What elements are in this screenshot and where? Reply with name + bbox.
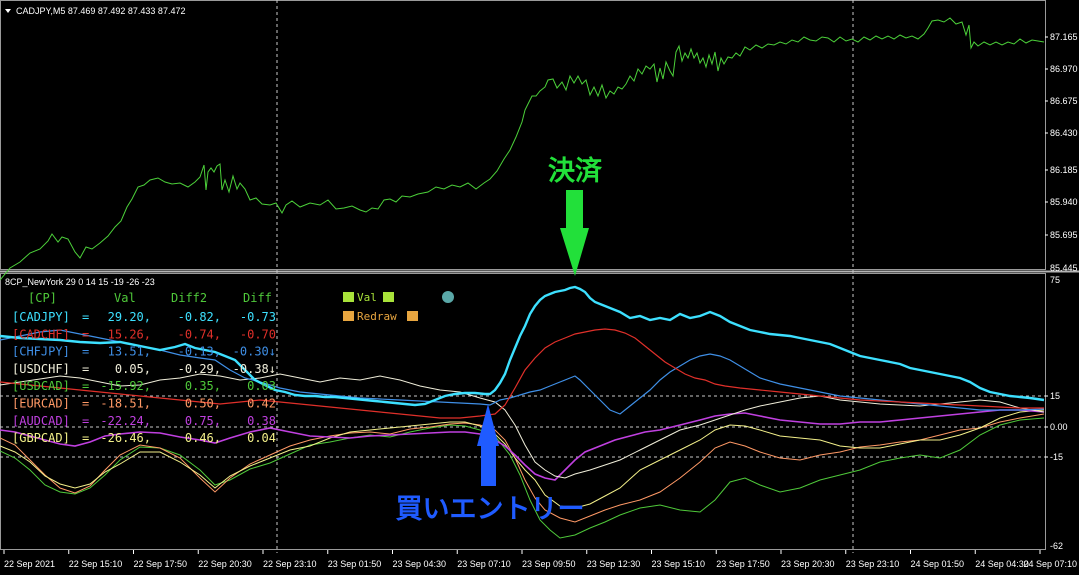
table-cell-diff2: -0.29, bbox=[178, 362, 221, 376]
table-cell-pair: [CHFJPY] bbox=[12, 345, 70, 359]
table-cell-val: 0.05, bbox=[115, 362, 151, 376]
table-cell-diff2: 0.35, bbox=[185, 379, 221, 393]
table-equals-sign: = bbox=[82, 362, 89, 376]
table-cell-pair: [CADCHF] bbox=[12, 327, 70, 341]
exit-arrow-shaft bbox=[566, 190, 583, 228]
table-cell-pair: [USDCAD] bbox=[12, 379, 70, 393]
indicator-tick-label: 15 bbox=[1050, 391, 1060, 401]
exit-label: 決済 bbox=[548, 155, 603, 187]
price-tick-label: 86.675 bbox=[1050, 96, 1078, 106]
table-cell-pair: [GBPCAD] bbox=[12, 431, 70, 445]
price-panel-header: CADJPY,M5 87.469 87.492 87.433 87.472 bbox=[16, 6, 185, 16]
table-cell-val: 13.51, bbox=[108, 345, 151, 359]
time-tick-label: 23 Sep 15:10 bbox=[652, 559, 706, 569]
redraw-swatch-2 bbox=[407, 311, 418, 321]
table-cell-val: 29.20, bbox=[108, 310, 151, 324]
val-legend-label: Val bbox=[357, 291, 377, 304]
table-cell-pair: [CADJPY] bbox=[12, 310, 70, 324]
indicator-tick-label: 0.00 bbox=[1050, 422, 1068, 432]
table-cell-diff: 0.04 bbox=[247, 431, 276, 445]
table-cell-diff2: -0.74, bbox=[178, 327, 221, 341]
table-equals-sign: = bbox=[82, 414, 89, 428]
table-cell-diff: -0.70 bbox=[240, 327, 276, 341]
table-cell-val: -15.92, bbox=[100, 379, 151, 393]
indicator-tick-label: -15 bbox=[1050, 452, 1063, 462]
column-header-cp: [CP] bbox=[28, 291, 57, 305]
table-cell-diff2: 0.50, bbox=[185, 397, 221, 411]
status-dot bbox=[442, 291, 454, 303]
time-tick-label: 23 Sep 07:10 bbox=[457, 559, 511, 569]
entry-label: 買いエントリー bbox=[396, 494, 585, 525]
table-cell-diff: -0.30↓ bbox=[233, 345, 276, 359]
indicator-tick-label: -62 bbox=[1050, 541, 1063, 551]
val-swatch-2 bbox=[383, 292, 394, 302]
table-cell-diff: -0.73 bbox=[240, 310, 276, 324]
price-tick-label: 87.165 bbox=[1050, 32, 1078, 42]
table-cell-diff2: 0.46, bbox=[185, 431, 221, 445]
table-cell-val: -18.51, bbox=[100, 397, 151, 411]
time-tick-label: 22 Sep 15:10 bbox=[69, 559, 123, 569]
time-tick-label: 23 Sep 01:50 bbox=[328, 559, 382, 569]
table-cell-pair: [EURCAD] bbox=[12, 397, 70, 411]
column-header-diff2: Diff2 bbox=[171, 291, 207, 305]
redraw-swatch bbox=[343, 311, 354, 321]
table-cell-diff2: -0.82, bbox=[178, 310, 221, 324]
table-cell-diff2: 0.75, bbox=[185, 414, 221, 428]
time-tick-label: 23 Sep 12:30 bbox=[587, 559, 641, 569]
table-equals-sign: = bbox=[82, 345, 89, 359]
table-cell-diff: -0.38↓ bbox=[233, 362, 276, 376]
time-tick-label: 23 Sep 23:10 bbox=[846, 559, 900, 569]
time-tick-label: 22 Sep 20:30 bbox=[198, 559, 252, 569]
table-equals-sign: = bbox=[82, 327, 89, 341]
time-tick-label: 23 Sep 04:30 bbox=[393, 559, 447, 569]
price-tick-label: 86.970 bbox=[1050, 64, 1078, 74]
column-header-val: Val bbox=[114, 291, 136, 305]
table-cell-diff: 0.42 bbox=[247, 397, 276, 411]
chart-background bbox=[0, 0, 1079, 575]
table-equals-sign: = bbox=[82, 379, 89, 393]
table-equals-sign: = bbox=[82, 310, 89, 324]
time-tick-label: 23 Sep 17:50 bbox=[716, 559, 770, 569]
indicator-panel-header: 8CP_NewYork 29 0 14 15 -19 -26 -23 bbox=[5, 277, 155, 287]
table-cell-val: 15.26, bbox=[108, 327, 151, 341]
entry-arrow-shaft bbox=[481, 446, 496, 486]
time-tick-label: 22 Sep 23:10 bbox=[263, 559, 317, 569]
table-cell-diff2: -0.13, bbox=[178, 345, 221, 359]
price-tick-label: 86.430 bbox=[1050, 128, 1078, 138]
table-cell-diff: 0.03 bbox=[247, 379, 276, 393]
table-cell-val: -22.24, bbox=[100, 414, 151, 428]
trading-chart[interactable]: CADJPY,M5 87.469 87.492 87.433 87.472 8C… bbox=[0, 0, 1079, 575]
time-tick-label: 24 Sep 04:30 bbox=[975, 559, 1029, 569]
indicator-tick-label: 75 bbox=[1050, 275, 1060, 285]
price-tick-label: 86.185 bbox=[1050, 165, 1078, 175]
time-tick-label: 23 Sep 20:30 bbox=[781, 559, 835, 569]
price-tick-label: 85.445 bbox=[1050, 263, 1078, 273]
time-tick-label: 24 Sep 07:10 bbox=[1023, 559, 1077, 569]
time-tick-label: 24 Sep 01:50 bbox=[911, 559, 965, 569]
price-tick-label: 85.695 bbox=[1050, 230, 1078, 240]
time-tick-label: 22 Sep 17:50 bbox=[134, 559, 188, 569]
time-tick-label: 23 Sep 09:50 bbox=[522, 559, 576, 569]
column-header-diff: Diff bbox=[243, 291, 272, 305]
table-cell-pair: [USDCHF] bbox=[12, 362, 70, 376]
val-swatch bbox=[343, 292, 354, 302]
redraw-legend-label: Redraw bbox=[357, 310, 397, 323]
table-equals-sign: = bbox=[82, 397, 89, 411]
table-cell-pair: [AUDCAD] bbox=[12, 414, 70, 428]
table-equals-sign: = bbox=[82, 431, 89, 445]
table-cell-val: -26.46, bbox=[100, 431, 151, 445]
table-cell-diff: 0.38 bbox=[247, 414, 276, 428]
time-tick-label: 22 Sep 2021 bbox=[4, 559, 55, 569]
price-tick-label: 85.940 bbox=[1050, 197, 1078, 207]
